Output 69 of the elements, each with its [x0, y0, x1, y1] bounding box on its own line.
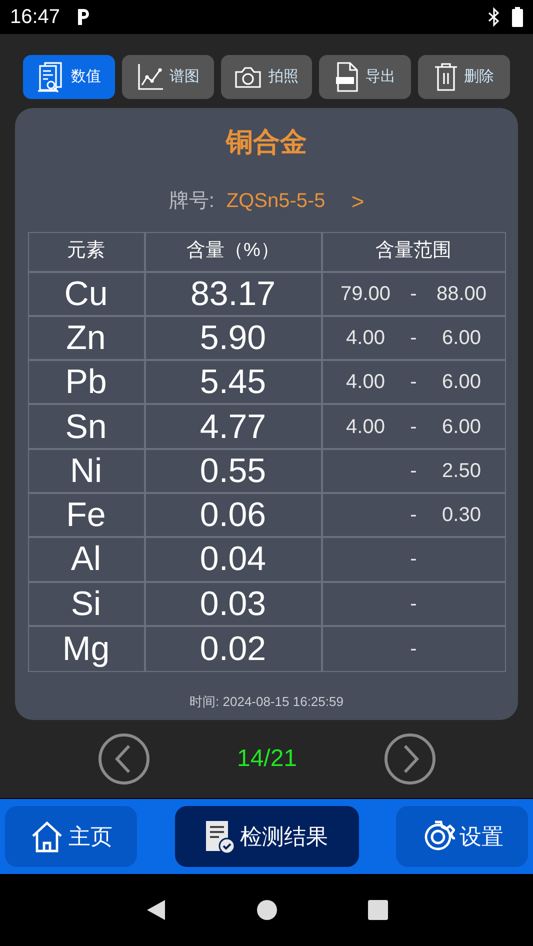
nav-tab[interactable]: 设置 — [396, 806, 528, 867]
measurement-time: 时间: 2024-08-15 16:25:59 — [190, 693, 344, 712]
range-dash: - — [410, 458, 417, 484]
range-dash: - — [410, 282, 417, 307]
range-max: 6.00 — [442, 414, 481, 440]
content-value: 4.77 — [200, 410, 266, 444]
element-symbol: Si — [70, 586, 102, 621]
home-icon[interactable] — [256, 899, 278, 921]
status-time: 16:47 — [10, 5, 60, 30]
trash-icon — [434, 62, 458, 92]
column-header: 含量范围 — [376, 239, 452, 264]
content-value: 83.17 — [190, 276, 276, 311]
element-symbol: Cu — [64, 276, 108, 311]
column-header: 含量（%） — [186, 239, 280, 264]
range-min: 79.00 — [340, 282, 391, 307]
page-counter: 14/21 — [236, 744, 298, 774]
range-dash: - — [410, 370, 417, 396]
element-symbol: Sn — [65, 410, 107, 444]
range-max: 6.00 — [442, 326, 481, 351]
toolbar-tab[interactable]: 删除 — [418, 55, 510, 99]
range-dash: - — [410, 414, 417, 440]
range-dash: - — [410, 592, 417, 617]
content-value: 0.55 — [200, 454, 266, 488]
element-symbol: Ni — [70, 454, 102, 488]
back-icon[interactable] — [144, 898, 166, 922]
grade-value: ZQSn5-5-5 — [226, 189, 326, 214]
battery-icon — [512, 7, 523, 27]
content-value: 0.06 — [200, 498, 266, 532]
range-min: 4.00 — [346, 414, 385, 440]
nav-tab[interactable]: 主页 — [5, 806, 137, 867]
element-symbol: Zn — [66, 320, 106, 355]
range-max: 0.30 — [442, 503, 481, 528]
range-max: 2.50 — [442, 458, 481, 484]
pdf-file-icon — [335, 62, 360, 92]
content-value: 5.90 — [200, 320, 266, 355]
column-header: 元素 — [67, 239, 105, 264]
document-search-icon — [36, 61, 65, 93]
toolbar-tab[interactable]: 数值 — [23, 55, 115, 99]
home-icon — [30, 820, 64, 852]
range-max: 6.00 — [442, 370, 481, 396]
content-value: 0.03 — [200, 586, 266, 621]
recents-icon[interactable] — [366, 899, 388, 921]
next-grade-button[interactable]: > — [351, 184, 364, 218]
content-value: 0.04 — [200, 542, 266, 576]
element-symbol: Mg — [62, 632, 110, 666]
content-value: 5.45 — [200, 365, 266, 400]
element-symbol: Pb — [65, 365, 107, 400]
range-dash: - — [410, 547, 417, 572]
line-chart-icon — [136, 62, 164, 92]
previous-button[interactable] — [97, 732, 151, 786]
element-symbol: Al — [70, 542, 102, 576]
range-dash: - — [410, 637, 417, 662]
toolbar-tab[interactable]: 导出 — [319, 55, 412, 99]
next-button[interactable] — [383, 732, 437, 786]
range-min: 4.00 — [346, 326, 385, 351]
range-dash: - — [410, 326, 417, 351]
bluetooth-icon — [488, 7, 500, 27]
range-max: 88.00 — [436, 282, 487, 307]
report-check-icon — [205, 820, 235, 854]
content-value: 0.02 — [200, 632, 266, 666]
toolbar-tab[interactable]: 谱图 — [122, 55, 214, 99]
element-symbol: Fe — [66, 498, 106, 532]
range-dash: - — [410, 503, 417, 528]
toolbar-tab[interactable]: 拍照 — [220, 55, 312, 99]
camera-icon — [234, 65, 262, 89]
alloy-title: 铜合金 — [226, 126, 307, 159]
range-min: 4.00 — [346, 370, 385, 396]
grade-label: 牌号: — [168, 189, 214, 214]
nav-tab[interactable]: 检测结果 — [174, 806, 358, 867]
